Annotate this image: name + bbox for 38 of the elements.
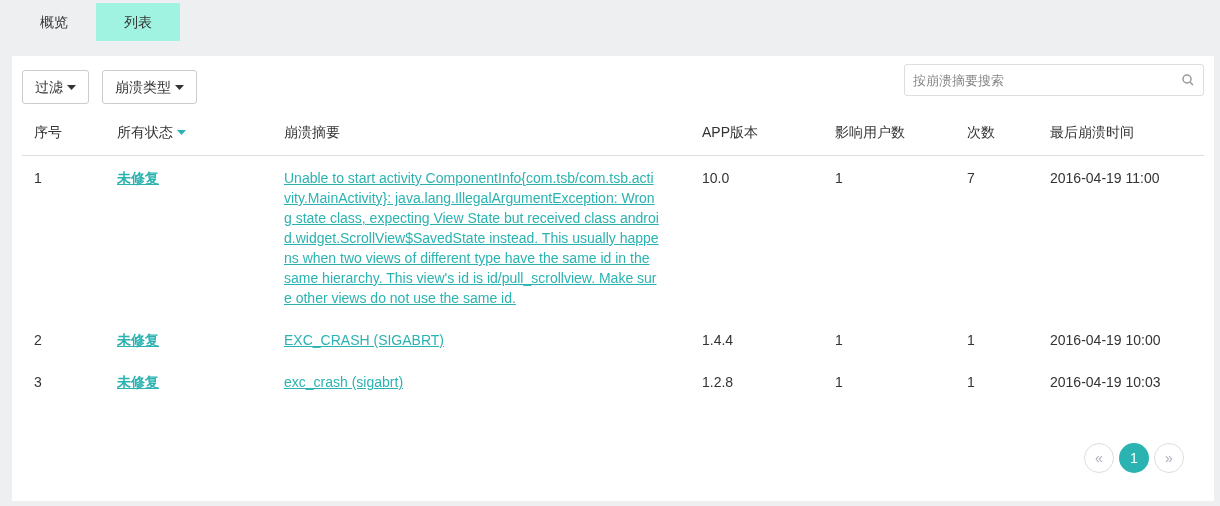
table-cell: 1 [835, 170, 843, 186]
column-header: 影响用户数 [835, 123, 905, 142]
column-header[interactable]: 所有状态 [117, 122, 173, 143]
table-cell: 7 [967, 170, 975, 186]
table-cell: 1.2.8 [702, 374, 734, 390]
column-header: 次数 [967, 123, 995, 142]
search-icon [1182, 74, 1194, 86]
crash-summary-link[interactable]: Unable to start activity ComponentInfo{com.tsb/com.tsb.activity.MainActivity}: java.lang.IllegalArgumentException: Wrong state class, expecting View State but received class android.widget.ScrollView$SavedState instead. This usually happens when two views of different type have the same id in the same hierarchy. This view's id is id/pull_scrollview. Make sure other views do not use the same id. [284, 168, 660, 308]
table-cell: 2016-04-19 10:03 [1050, 374, 1161, 390]
table-cell: 2 [34, 332, 42, 348]
caret-icon [67, 84, 76, 90]
table-cell: 1 [967, 332, 975, 348]
filter-dropdown[interactable]: 过滤 [22, 70, 89, 104]
table-cell: 2016-04-19 11:00 [1050, 170, 1160, 186]
tab[interactable]: 列表 [96, 3, 180, 41]
table-cell: 1 [967, 374, 975, 390]
table-cell: 3 [34, 374, 42, 390]
table-cell: 1.4.4 [702, 332, 734, 348]
column-header: 崩溃摘要 [284, 123, 340, 142]
column-header: 最后崩溃时间 [1050, 123, 1134, 142]
crash-summary-link[interactable]: exc_crash (sigabrt) [284, 372, 660, 392]
crash-summary-link[interactable]: EXC_CRASH (SIGABRT) [284, 330, 660, 350]
filter-dropdown[interactable]: 崩溃类型 [102, 70, 197, 104]
tab[interactable]: 概览 [12, 3, 96, 41]
table-cell: 1 [835, 374, 843, 390]
column-header: APP版本 [702, 123, 758, 142]
caret-icon [175, 84, 184, 90]
status-link[interactable]: 未修复 [117, 170, 159, 186]
table-cell: 2016-04-19 10:00 [1050, 332, 1161, 348]
caret-icon [177, 130, 186, 135]
page-button[interactable]: 1 [1119, 443, 1149, 473]
column-header: 序号 [34, 123, 62, 142]
search-field[interactable]: 按崩溃摘要搜索 [904, 64, 1204, 96]
table-cell: 1 [34, 170, 42, 186]
table-cell: 1 [835, 332, 843, 348]
status-link[interactable]: 未修复 [117, 332, 159, 348]
status-link[interactable]: 未修复 [117, 374, 159, 390]
table-cell: 10.0 [702, 170, 730, 186]
